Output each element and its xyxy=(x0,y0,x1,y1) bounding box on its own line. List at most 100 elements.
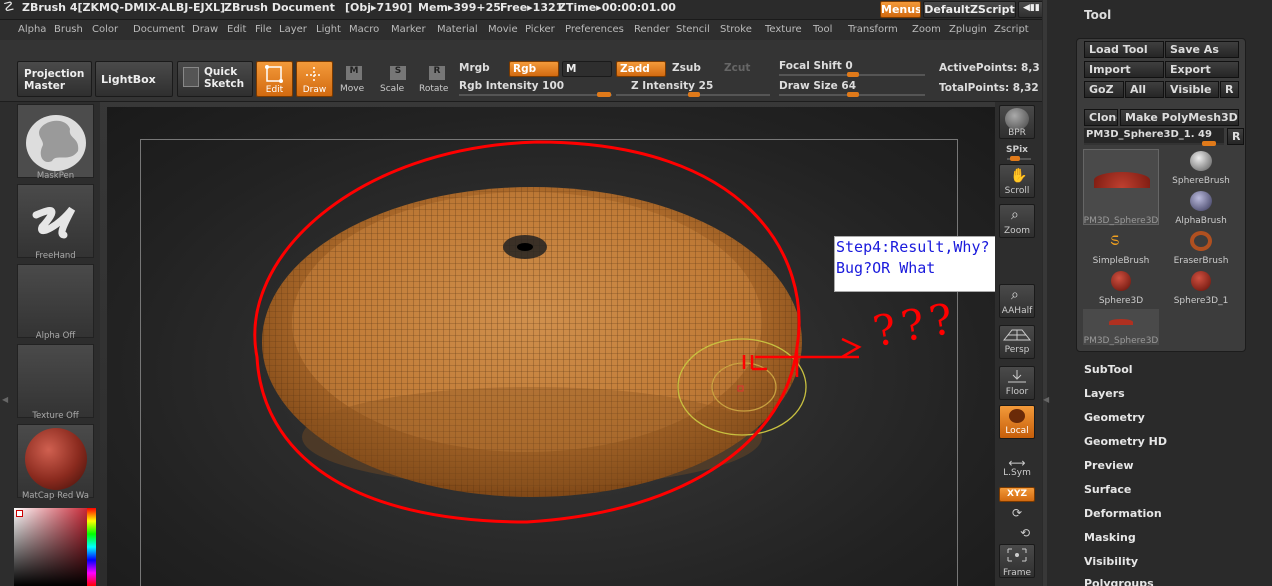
menu-picker[interactable]: Picker xyxy=(525,24,555,35)
hue-strip[interactable] xyxy=(87,508,96,586)
material-thumbnail[interactable] xyxy=(17,424,94,498)
menu-stencil[interactable]: Stencil xyxy=(676,24,710,35)
polygroups-section[interactable]: Polygroups xyxy=(1084,577,1154,586)
menu-zplugin[interactable]: Zplugin xyxy=(949,24,987,35)
tool-slider-knob[interactable] xyxy=(1202,141,1216,146)
visible-button[interactable]: Visible xyxy=(1165,81,1219,98)
spherebrush-icon[interactable] xyxy=(1190,151,1212,171)
tool-tile-label-6[interactable]: Sphere3D_1 xyxy=(1167,296,1235,306)
m-button[interactable]: M xyxy=(562,61,612,77)
mrgb-button[interactable]: Mrgb xyxy=(459,62,490,74)
subtool-section[interactable]: SubTool xyxy=(1084,363,1133,376)
eraserbrush-icon[interactable] xyxy=(1190,231,1212,251)
mesh-render[interactable] xyxy=(107,107,995,586)
deformation-section[interactable]: Deformation xyxy=(1084,507,1162,520)
menu-color[interactable]: Color xyxy=(92,24,118,35)
tool-tile-label-5[interactable]: Sphere3D xyxy=(1083,296,1159,306)
import-button[interactable]: Import xyxy=(1084,61,1164,78)
quick-sketch-button[interactable]: Quick Sketch xyxy=(177,61,253,97)
spix-knob[interactable] xyxy=(1010,156,1020,161)
rgb-intensity-knob[interactable] xyxy=(597,92,611,97)
alphabrush-icon[interactable] xyxy=(1190,191,1212,211)
menu-alpha[interactable]: Alpha xyxy=(18,24,46,35)
zbrush-logo-icon[interactable]: ☡ xyxy=(3,0,15,15)
menus-button[interactable]: Menus xyxy=(880,1,921,18)
make-polymesh-button[interactable]: Make PolyMesh3D xyxy=(1120,109,1239,126)
menu-marker[interactable]: Marker xyxy=(391,24,426,35)
geometry-section[interactable]: Geometry xyxy=(1084,411,1145,424)
menu-layer[interactable]: Layer xyxy=(279,24,307,35)
export-button[interactable]: Export xyxy=(1165,61,1239,78)
all-button[interactable]: All xyxy=(1125,81,1164,98)
draw-size-knob[interactable] xyxy=(847,92,859,97)
z-intensity-track[interactable] xyxy=(616,92,770,97)
tool-tile-label-7[interactable]: PM3D_Sphere3D xyxy=(1083,336,1159,346)
menu-light[interactable]: Light xyxy=(316,24,341,35)
spix-slider[interactable] xyxy=(1007,156,1031,161)
z-intensity-knob[interactable] xyxy=(688,92,700,97)
draw-button[interactable]: Draw xyxy=(296,61,333,97)
zadd-button[interactable]: Zadd xyxy=(616,61,666,77)
focal-shift-track[interactable] xyxy=(779,72,925,77)
save-as-button[interactable]: Save As xyxy=(1165,41,1239,58)
load-tool-button[interactable]: Load Tool xyxy=(1084,41,1164,58)
primary-color-swatch[interactable] xyxy=(16,510,23,517)
stroke-thumbnail[interactable] xyxy=(17,184,94,258)
menu-material[interactable]: Material xyxy=(437,24,478,35)
rgb-intensity-track[interactable] xyxy=(459,92,612,97)
simplebrush-icon[interactable]: ಽ xyxy=(1110,229,1120,250)
preview-section[interactable]: Preview xyxy=(1084,459,1134,472)
menu-movie[interactable]: Movie xyxy=(488,24,518,35)
focal-shift-slider[interactable]: Focal Shift 0 xyxy=(779,60,853,72)
menu-macro[interactable]: Macro xyxy=(349,24,379,35)
focal-shift-knob[interactable] xyxy=(847,72,859,77)
layers-section[interactable]: Layers xyxy=(1084,387,1125,400)
geometry-hd-section[interactable]: Geometry HD xyxy=(1084,435,1167,448)
menu-edit[interactable]: Edit xyxy=(227,24,246,35)
menu-texture[interactable]: Texture xyxy=(765,24,802,35)
menu-stroke[interactable]: Stroke xyxy=(720,24,752,35)
sphere3d-icon[interactable] xyxy=(1111,271,1131,291)
alpha-thumbnail[interactable] xyxy=(17,264,94,338)
menu-file[interactable]: File xyxy=(255,24,272,35)
r-button[interactable]: R xyxy=(1220,81,1239,98)
zsub-button[interactable]: Zsub xyxy=(672,62,701,74)
tool-slider-track[interactable] xyxy=(1084,141,1224,146)
visibility-section[interactable]: Visibility xyxy=(1084,555,1138,568)
tool-r-button[interactable]: R xyxy=(1227,128,1244,145)
menu-zscript[interactable]: Zscript xyxy=(994,24,1029,35)
tool-tile-label-3[interactable]: SimpleBrush xyxy=(1083,256,1159,266)
zcut-button[interactable]: Zcut xyxy=(724,62,750,74)
menu-document[interactable]: Document xyxy=(133,24,185,35)
scale-button[interactable]: S Scale xyxy=(380,64,406,98)
menu-zoom[interactable]: Zoom xyxy=(912,24,941,35)
tool-tile-label-1[interactable]: SphereBrush xyxy=(1167,176,1235,186)
lsym-label[interactable]: L.Sym xyxy=(995,468,1039,478)
tray-collapse-arrow-icon[interactable]: ◀ xyxy=(1043,395,1049,409)
rgb-intensity-slider[interactable]: Rgb Intensity 100 xyxy=(459,80,564,92)
goz-button[interactable]: GoZ xyxy=(1084,81,1124,98)
left-tray-arrow-icon[interactable]: ◀ xyxy=(2,395,8,409)
projection-master-button[interactable]: Projection Master xyxy=(17,61,92,97)
brush-thumbnail[interactable] xyxy=(17,104,94,178)
default-zscript-button[interactable]: DefaultZScript xyxy=(923,1,1016,18)
tool-tile-active[interactable] xyxy=(1083,149,1159,225)
menu-tool[interactable]: Tool xyxy=(813,24,832,35)
tool-tile-label-2[interactable]: AlphaBrush xyxy=(1167,216,1235,226)
masking-section[interactable]: Masking xyxy=(1084,531,1136,544)
rotate-y-icon[interactable]: ⟳ xyxy=(995,506,1039,520)
menu-preferences[interactable]: Preferences xyxy=(565,24,624,35)
draw-size-slider[interactable]: Draw Size 64 xyxy=(779,80,856,92)
edit-button[interactable]: Edit xyxy=(256,61,293,97)
rotate-z-icon[interactable]: ⟲ xyxy=(1003,526,1047,540)
menu-brush[interactable]: Brush xyxy=(54,24,83,35)
rgb-button[interactable]: Rgb xyxy=(509,61,559,77)
menu-draw[interactable]: Draw xyxy=(192,24,218,35)
draw-size-track[interactable] xyxy=(779,92,925,97)
tool-tile-label-4[interactable]: EraserBrush xyxy=(1167,256,1235,266)
rotate-button[interactable]: R Rotate xyxy=(419,64,453,98)
sphere3d-1-icon[interactable] xyxy=(1191,271,1211,291)
tray-divider[interactable] xyxy=(1043,0,1047,586)
z-intensity-slider[interactable]: Z Intensity 25 xyxy=(631,80,713,92)
xyz-button[interactable]: XYZ xyxy=(999,487,1035,502)
